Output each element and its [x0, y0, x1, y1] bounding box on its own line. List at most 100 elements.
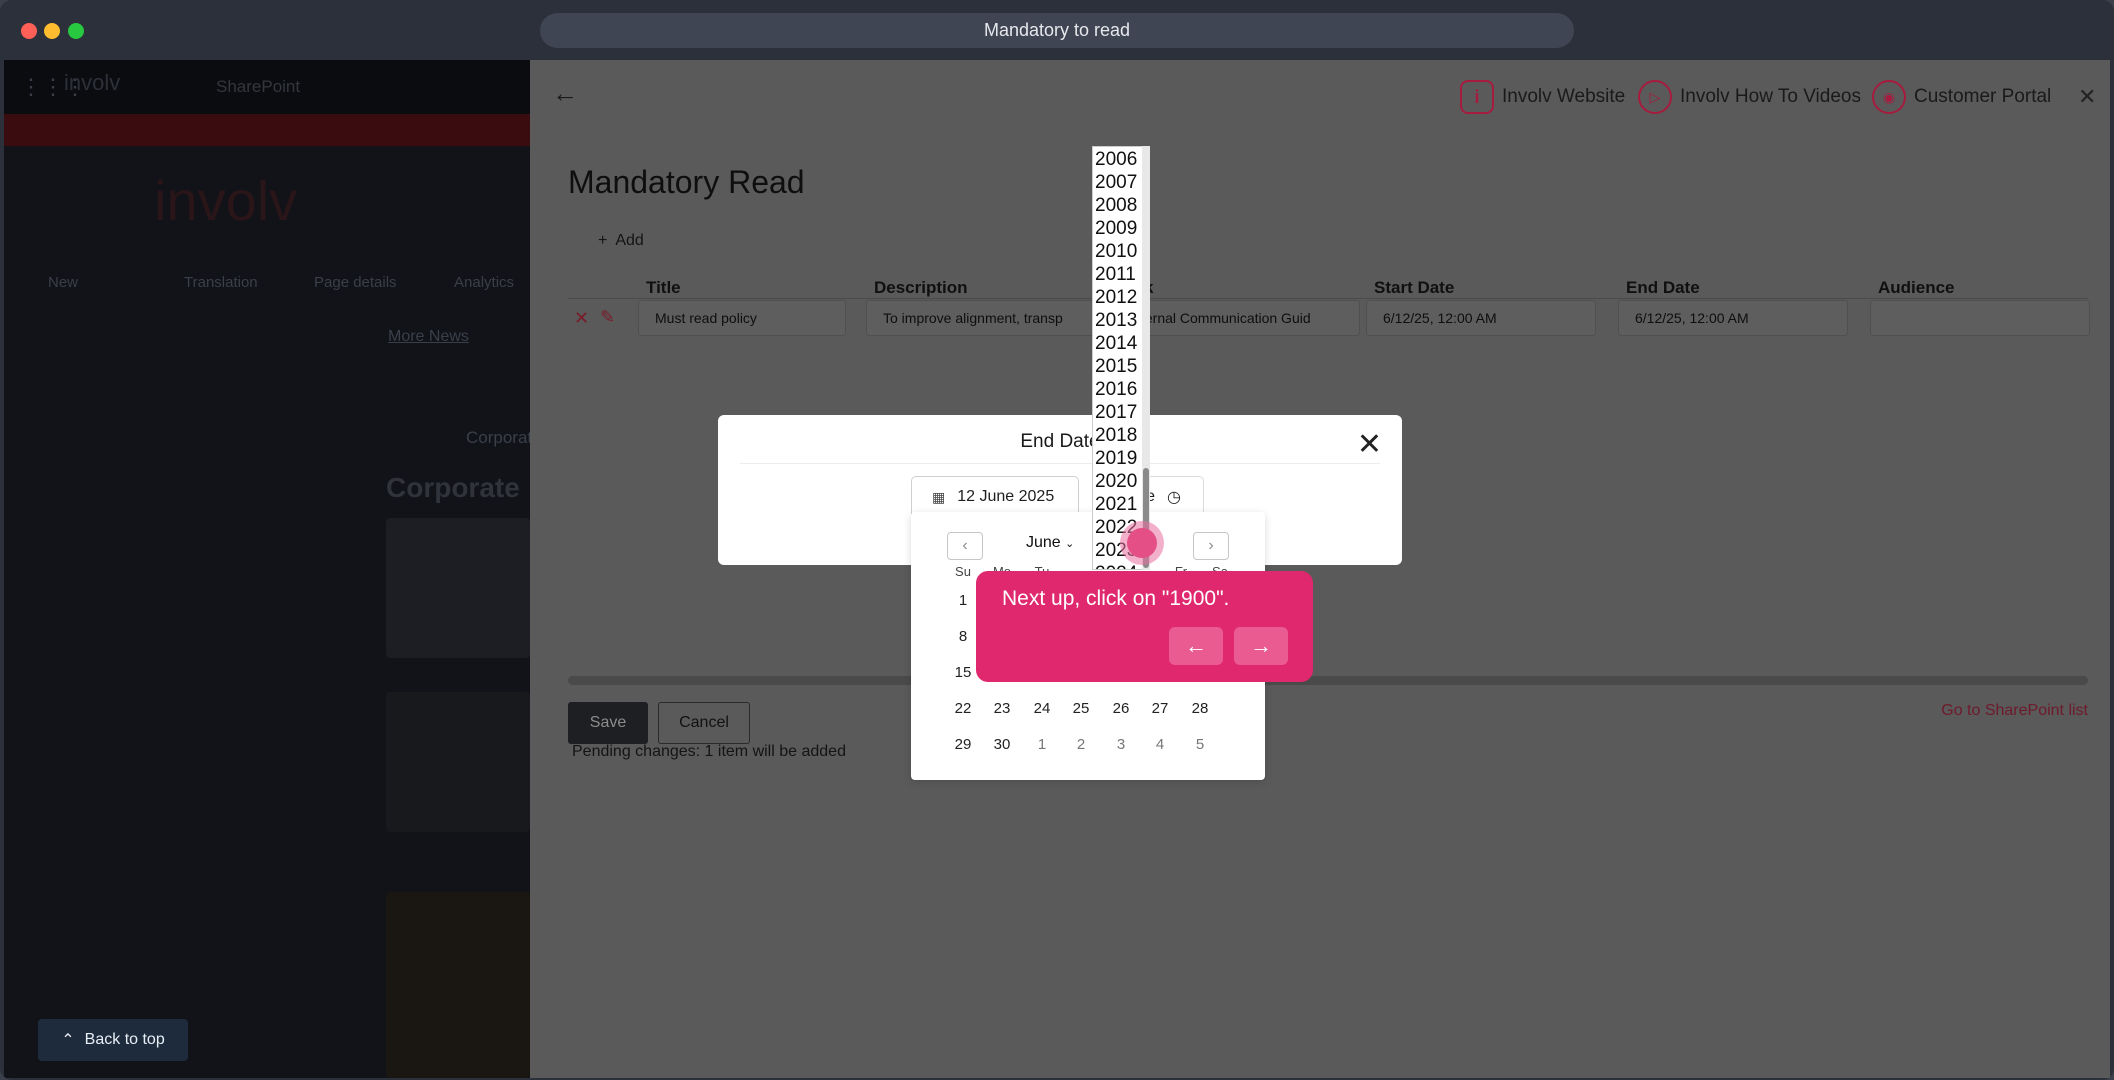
involv-logo-icon: i — [1460, 80, 1494, 114]
year-option-2012[interactable]: 2012 — [1095, 287, 1137, 309]
arrow-right-icon: → — [1250, 633, 1272, 658]
calendar-day[interactable]: 25 — [1066, 700, 1096, 717]
add-label: Add — [615, 232, 644, 249]
row-end-date-field[interactable]: 6/12/25, 12:00 AM — [1618, 300, 1848, 336]
minimize-window-button[interactable] — [44, 23, 60, 39]
year-option-2013[interactable]: 2013 — [1095, 310, 1137, 332]
customer-portal-label: Customer Portal — [1914, 86, 2052, 107]
user-icon: ◉ — [1872, 80, 1906, 114]
add-button[interactable]: + Add — [598, 232, 644, 250]
guide-next-button[interactable]: → — [1234, 627, 1288, 665]
window-title: Mandatory to read — [540, 13, 1574, 48]
sp-toolbar-new[interactable]: New — [48, 274, 78, 291]
sp-toolbar-analytics[interactable]: Analytics — [454, 274, 514, 291]
row-audience-field[interactable] — [1870, 300, 2090, 336]
delete-row-icon[interactable]: ✕ — [574, 308, 589, 329]
calendar-day[interactable]: 26 — [1106, 700, 1136, 717]
play-icon: ▷ — [1638, 80, 1672, 114]
horizontal-scrollbar[interactable] — [568, 676, 2088, 685]
how-to-videos-link[interactable]: ▷ Involv How To Videos — [1638, 60, 1861, 134]
calendar-day[interactable]: 24 — [1027, 700, 1057, 717]
calendar-day[interactable]: 27 — [1145, 700, 1175, 717]
close-modal-icon[interactable]: ✕ — [1357, 427, 1382, 462]
column-header-end-date: End Date — [1626, 278, 1700, 297]
column-header-audience: Audience — [1878, 278, 1955, 297]
year-option-2014[interactable]: 2014 — [1095, 333, 1137, 355]
calendar-day[interactable]: 22 — [948, 700, 978, 717]
row-description-field[interactable]: To improve alignment, transp — [866, 300, 1130, 336]
year-option-2006[interactable]: 2006 — [1095, 149, 1137, 171]
row-link-field[interactable]: ternal Communication Guid — [1130, 300, 1360, 336]
pending-changes-text: Pending changes: 1 item will be added — [572, 743, 846, 760]
calendar-day[interactable]: 3 — [1106, 736, 1136, 753]
edit-row-icon[interactable]: ✎ — [600, 307, 615, 328]
year-option-2024[interactable]: 2024 — [1095, 563, 1137, 569]
calendar-day[interactable]: 8 — [948, 628, 978, 645]
column-header-title: Title — [646, 278, 681, 297]
calendar-day[interactable]: 15 — [948, 664, 978, 681]
back-arrow-icon[interactable]: ← — [552, 78, 578, 109]
sp-logo: involv — [64, 70, 121, 95]
header-divider — [568, 298, 2088, 299]
more-news-link[interactable]: More News — [388, 328, 469, 346]
calendar-day[interactable]: 23 — [987, 700, 1017, 717]
row-start-date-field[interactable]: 6/12/25, 12:00 AM — [1366, 300, 1596, 336]
calendar-day[interactable]: 2 — [1066, 736, 1096, 753]
sharepoint-brand[interactable]: SharePoint — [216, 77, 300, 97]
page-content: ⋮⋮⋮ involv SharePoint involv New Transla… — [4, 60, 2110, 1078]
involv-website-link[interactable]: i Involv Website — [1460, 60, 1625, 134]
go-to-sharepoint-link[interactable]: Go to SharePoint list — [1941, 702, 2088, 720]
calendar-day[interactable]: 28 — [1185, 700, 1215, 717]
year-option-2021[interactable]: 2021 — [1095, 494, 1137, 516]
calendar-day[interactable]: 30 — [987, 736, 1017, 753]
calendar-day[interactable]: 4 — [1145, 736, 1175, 753]
clock-icon: ◷ — [1167, 489, 1181, 506]
browser-window: Mandatory to read ⋮⋮⋮ involv SharePoint … — [0, 0, 2114, 1080]
row-title-field[interactable]: Must read policy — [638, 300, 846, 336]
year-option-2010[interactable]: 2010 — [1095, 241, 1137, 263]
news-image[interactable] — [386, 518, 530, 658]
next-month-button[interactable]: › — [1193, 532, 1229, 560]
news-image[interactable] — [386, 692, 530, 832]
maximize-window-button[interactable] — [68, 23, 84, 39]
calendar-day[interactable]: 29 — [948, 736, 978, 753]
chevron-up-icon: ⌃ — [61, 1032, 75, 1049]
sharepoint-page: ⋮⋮⋮ involv SharePoint involv New Transla… — [4, 60, 542, 1078]
year-option-2018[interactable]: 2018 — [1095, 425, 1137, 447]
column-header-description: Description — [874, 278, 968, 297]
arrow-left-icon: ← — [1185, 633, 1207, 658]
news-image[interactable] — [386, 892, 530, 1078]
month-select[interactable]: June ⌄ — [1026, 534, 1074, 552]
guide-previous-button[interactable]: ← — [1169, 627, 1223, 665]
calendar-day[interactable]: 1 — [948, 592, 978, 609]
involv-website-label: Involv Website — [1502, 86, 1626, 107]
save-button[interactable]: Save — [568, 702, 648, 744]
customer-portal-link[interactable]: ◉ Customer Portal — [1872, 60, 2051, 134]
back-to-top-label: Back to top — [84, 1031, 165, 1048]
guide-tooltip-text: Next up, click on "1900". — [1002, 587, 1230, 610]
calendar-day[interactable]: 5 — [1185, 736, 1215, 753]
sp-toolbar-page-details[interactable]: Page details — [314, 274, 397, 291]
date-input-value: 12 June 2025 — [957, 488, 1055, 505]
cancel-button[interactable]: Cancel — [658, 702, 750, 744]
year-option-2007[interactable]: 2007 — [1095, 172, 1137, 194]
year-option-2019[interactable]: 2019 — [1095, 448, 1137, 470]
year-option-2011[interactable]: 2011 — [1095, 264, 1136, 286]
year-option-2015[interactable]: 2015 — [1095, 356, 1137, 378]
calendar-day[interactable]: 1 — [1027, 736, 1057, 753]
back-to-top-button[interactable]: ⌃ Back to top — [38, 1019, 188, 1061]
close-window-button[interactable] — [21, 23, 37, 39]
how-to-videos-label: Involv How To Videos — [1680, 86, 1861, 107]
year-option-2009[interactable]: 2009 — [1095, 218, 1137, 240]
modal-divider — [740, 463, 1380, 464]
guide-hotspot[interactable] — [1127, 528, 1157, 558]
close-panel-icon[interactable]: ✕ — [2078, 84, 2096, 110]
column-header-start-date: Start Date — [1374, 278, 1455, 297]
year-option-2020[interactable]: 2020 — [1095, 471, 1137, 493]
year-option-2016[interactable]: 2016 — [1095, 379, 1137, 401]
year-option-2008[interactable]: 2008 — [1095, 195, 1137, 217]
mandatory-read-panel: ← i Involv Website ▷ Involv How To Video… — [530, 60, 2110, 1078]
sp-toolbar-translation[interactable]: Translation — [184, 274, 258, 291]
previous-month-button[interactable]: ‹ — [947, 532, 983, 560]
year-option-2017[interactable]: 2017 — [1095, 402, 1137, 424]
